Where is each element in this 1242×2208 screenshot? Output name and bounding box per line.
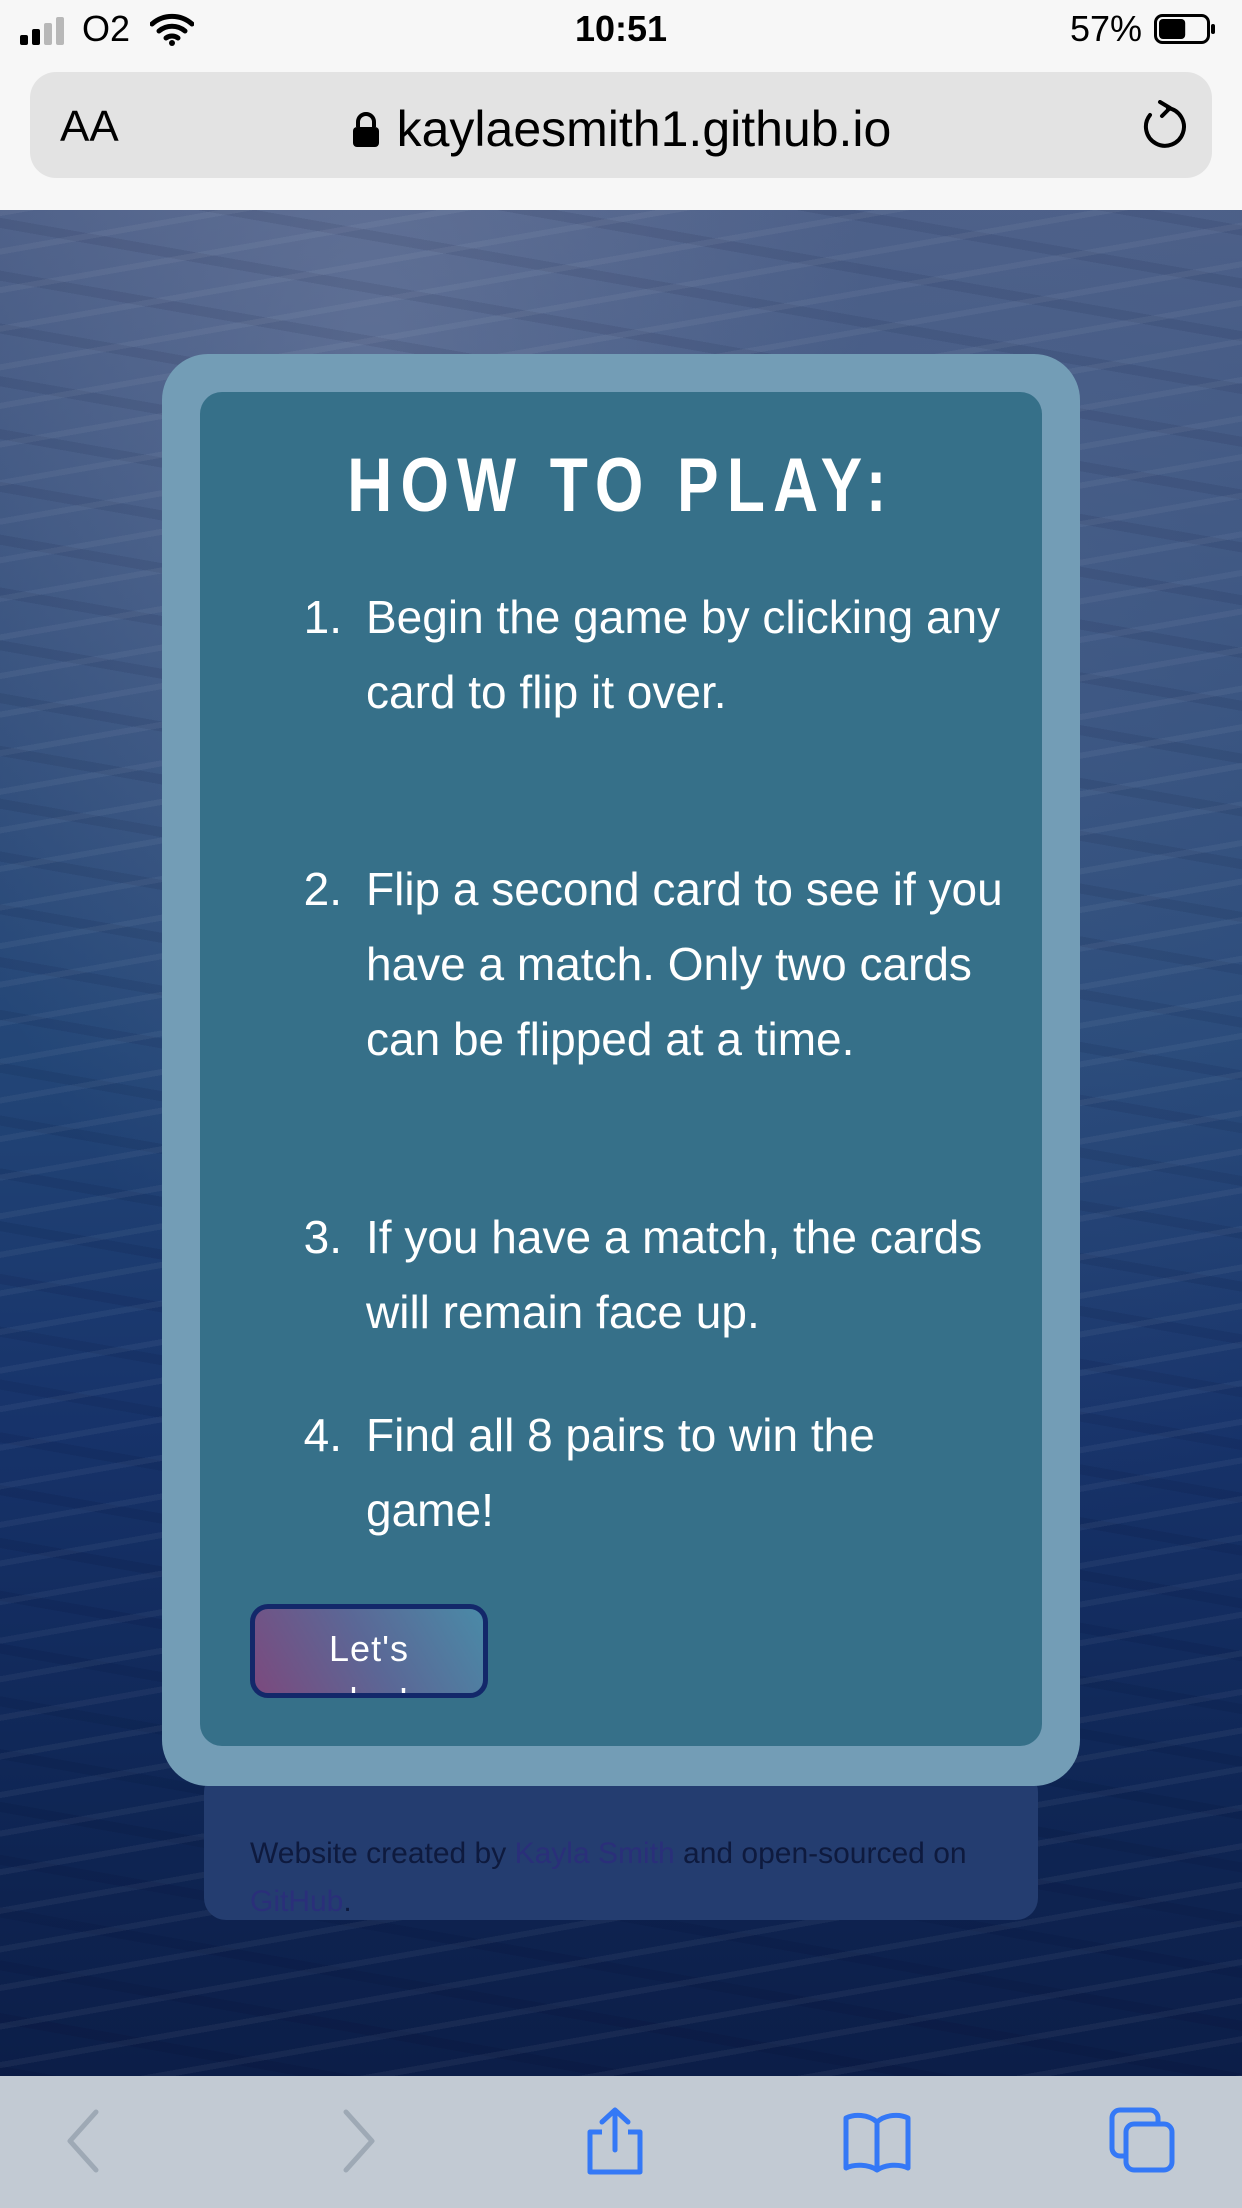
url-text: kaylaesmith1.github.io (396, 101, 892, 157)
how-to-play-modal: HOW TO PLAY: 1. Begin the game by clicki… (162, 354, 1080, 1786)
tabs-icon[interactable] (1108, 2106, 1178, 2176)
battery-percentage: 57% (1069, 8, 1142, 49)
lets-play-button[interactable]: Let's play! (250, 1604, 488, 1698)
address-bar[interactable]: AA kaylaesmith1.github.io (30, 72, 1212, 178)
browser-address-area: AA kaylaesmith1.github.io (0, 64, 1242, 210)
status-bar: O2 10:51 57% (0, 0, 1242, 64)
browser-toolbar (0, 2076, 1242, 2208)
share-icon[interactable] (580, 2106, 650, 2176)
modal-title: HOW TO PLAY: (347, 443, 895, 528)
bookmarks-icon[interactable] (842, 2106, 912, 2176)
lock-icon (352, 112, 379, 147)
forward-icon[interactable] (320, 2106, 390, 2176)
web-page: Website created by Kayla Smith and open-… (0, 210, 1242, 2076)
back-icon[interactable] (52, 2106, 122, 2176)
author-link[interactable]: Kayla Smith (515, 1837, 675, 1870)
clock: 10:51 (574, 8, 668, 49)
url-display[interactable]: kaylaesmith1.github.io (30, 100, 1212, 158)
github-link[interactable]: GitHub (250, 1885, 343, 1918)
reload-icon[interactable] (1138, 100, 1190, 152)
footer-text: Website created by Kayla Smith and open-… (250, 1837, 967, 1918)
page-footer: Website created by Kayla Smith and open-… (204, 1770, 1038, 1920)
modal-content: HOW TO PLAY: 1. Begin the game by clicki… (200, 392, 1042, 1746)
battery-icon (1154, 14, 1215, 44)
